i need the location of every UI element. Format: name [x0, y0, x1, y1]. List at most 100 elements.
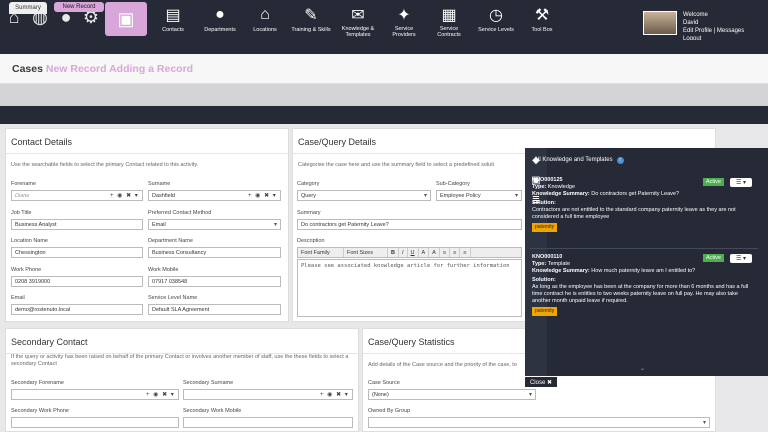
- user-name: David: [683, 20, 699, 26]
- tag-badge[interactable]: paternity: [532, 223, 558, 232]
- article-type: Type: Template: [532, 261, 754, 268]
- nav-knowledge-label: Knowledge & Templates: [341, 26, 375, 38]
- solution-text: Contractors are not entitled to the stan…: [532, 207, 736, 220]
- type-label: Type:: [532, 261, 547, 267]
- nav-service-contracts[interactable]: ▦ Service Contracts: [432, 4, 466, 39]
- surname-controls[interactable]: + ◉ ✖ ▾: [248, 192, 277, 199]
- nav-service-levels-label: Service Levels: [478, 27, 514, 33]
- knowledge-article[interactable]: KNO000110 Type: Template Knowledge Summa…: [532, 254, 754, 316]
- font-sizes-select[interactable]: Font Sizes: [344, 248, 388, 257]
- align-center-icon[interactable]: ≡: [450, 248, 461, 257]
- pref-contact-label: Preferred Contact Method: [148, 210, 212, 216]
- align-left-icon[interactable]: ≡: [440, 248, 451, 257]
- contacts-icon: ▤: [165, 7, 181, 24]
- secondary-work-phone-field[interactable]: [11, 417, 179, 428]
- secondary-surname-controls[interactable]: + ◉ ✖ ▾: [320, 391, 349, 398]
- service-providers-icon: ✦: [397, 6, 411, 24]
- briefcase-icon[interactable]: ▣: [105, 2, 147, 36]
- nav-knowledge-templates[interactable]: ✉ Knowledge & Templates: [338, 4, 378, 39]
- sla-field[interactable]: Default SLA Agreement: [148, 304, 281, 315]
- work-phone-field[interactable]: 0208 3919000: [11, 276, 143, 287]
- status-badge: Active: [703, 254, 724, 262]
- surname-label: Surname: [148, 181, 171, 187]
- category-label: Category: [297, 181, 320, 187]
- font-family-select[interactable]: Font Family: [298, 248, 344, 257]
- bold-button[interactable]: B: [388, 248, 399, 257]
- grey-band: [0, 84, 768, 106]
- case-statistics-title: Case/Query Statistics: [368, 337, 455, 347]
- secondary-forename-controls[interactable]: + ◉ ✖ ▾: [146, 391, 175, 398]
- article-summary: Knowledge Summary: Do contractors get Pa…: [532, 191, 754, 198]
- type-label: Type:: [532, 184, 547, 190]
- scroll-down-icon[interactable]: ⌄: [640, 365, 645, 372]
- toolbox-icon: ⚒: [534, 7, 550, 24]
- case-source-label: Case Source: [368, 380, 400, 386]
- service-levels-icon: ◷: [489, 7, 503, 24]
- location-field[interactable]: Chessington: [11, 247, 143, 258]
- knowledge-header: All Knowledge and Templates i: [534, 157, 624, 164]
- article-summary: Knowledge Summary: How much paternity le…: [532, 268, 754, 275]
- nav-tool-box[interactable]: ⚒ Tool Box: [526, 4, 558, 38]
- nav-service-providers[interactable]: ✦ Service Providers: [386, 4, 422, 39]
- article-menu-button[interactable]: ☰ ▾: [730, 254, 752, 263]
- pref-contact-select[interactable]: Email: [148, 219, 281, 230]
- case-details-title: Case/Query Details: [298, 137, 377, 147]
- case-hint: Categorise the case here and use the sum…: [298, 162, 494, 168]
- solution-label: Solution:: [532, 277, 556, 283]
- tab-summary[interactable]: Summary: [9, 2, 47, 14]
- locations-icon: ⌂: [260, 6, 270, 23]
- work-mobile-field[interactable]: 07917 038548: [148, 276, 281, 287]
- owned-by-group-label: Owned By Group: [368, 408, 411, 414]
- contact-hint: Use the searchable fields to select the …: [11, 162, 199, 168]
- divider: [530, 248, 758, 249]
- secondary-work-phone-label: Secondary Work Phone: [11, 408, 69, 414]
- knowledge-header-text: All Knowledge and Templates: [534, 157, 613, 163]
- user-menu: Welcome David Edit Profile | Messages Lo…: [683, 11, 744, 43]
- nav-locations[interactable]: ⌂ Locations: [250, 4, 280, 38]
- underline-button[interactable]: U: [408, 248, 419, 257]
- close-panel-button[interactable]: Close ✖: [525, 377, 557, 387]
- department-field[interactable]: Business Consultancy: [148, 247, 281, 258]
- italic-button[interactable]: I: [399, 248, 408, 257]
- category-select[interactable]: Query: [297, 190, 431, 201]
- owned-by-group-select[interactable]: [368, 417, 710, 428]
- edit-profile-link[interactable]: Edit Profile | Messages: [683, 27, 744, 35]
- tag-badge[interactable]: paternity: [532, 307, 558, 316]
- forename-label: Forename: [11, 181, 37, 187]
- article-menu-button[interactable]: ☰ ▾: [730, 178, 752, 187]
- nav-departments[interactable]: ● Departments: [201, 4, 239, 38]
- location-label: Location Name: [11, 238, 48, 244]
- solution-label: Solution:: [532, 200, 556, 206]
- nav-contacts-label: Contacts: [162, 27, 184, 33]
- service-contracts-icon: ▦: [441, 6, 457, 24]
- forename-controls[interactable]: + ◉ ✖ ▾: [110, 192, 139, 199]
- summary-label: Summary: [297, 210, 321, 216]
- training-icon: ✎: [304, 7, 318, 24]
- secondary-work-mobile-field[interactable]: [183, 417, 353, 428]
- highlight-button[interactable]: A: [429, 248, 440, 257]
- subcategory-label: Sub-Category: [436, 181, 470, 187]
- case-source-select[interactable]: (None): [368, 389, 536, 400]
- email-field[interactable]: demo@rostenuto.local: [11, 304, 143, 315]
- summary-value: How much paternity leave am I entitled t…: [591, 268, 696, 274]
- nav-locations-label: Locations: [253, 27, 277, 33]
- tab-new-record[interactable]: New Record: [54, 2, 104, 12]
- summary-label: Knowledge Summary:: [532, 268, 590, 274]
- subcategory-select[interactable]: Employee Policy: [436, 190, 522, 201]
- job-title-field[interactable]: Business Analyst: [11, 219, 143, 230]
- secondary-forename-label: Secondary Forename: [11, 380, 64, 386]
- nav-contacts[interactable]: ▤ Contacts: [158, 4, 188, 38]
- font-color-button[interactable]: A: [419, 248, 430, 257]
- nav-training-skills[interactable]: ✎ Training & Skills: [288, 4, 334, 38]
- nav-departments-label: Departments: [204, 27, 236, 33]
- info-icon[interactable]: i: [616, 157, 624, 164]
- divider: [6, 153, 288, 154]
- summary-field[interactable]: Do contractors get Paternity Leave?: [297, 219, 522, 230]
- page-title: Cases New Record Adding a Record: [12, 63, 193, 75]
- avatar[interactable]: [643, 11, 677, 35]
- nav-service-levels[interactable]: ◷ Service Levels: [476, 4, 516, 38]
- align-right-icon[interactable]: ≡: [460, 248, 471, 257]
- description-editor[interactable]: Please see associated knowledge article …: [297, 259, 522, 317]
- welcome-text: Welcome: [683, 12, 708, 18]
- nav-service-contracts-label: Service Contracts: [437, 26, 461, 38]
